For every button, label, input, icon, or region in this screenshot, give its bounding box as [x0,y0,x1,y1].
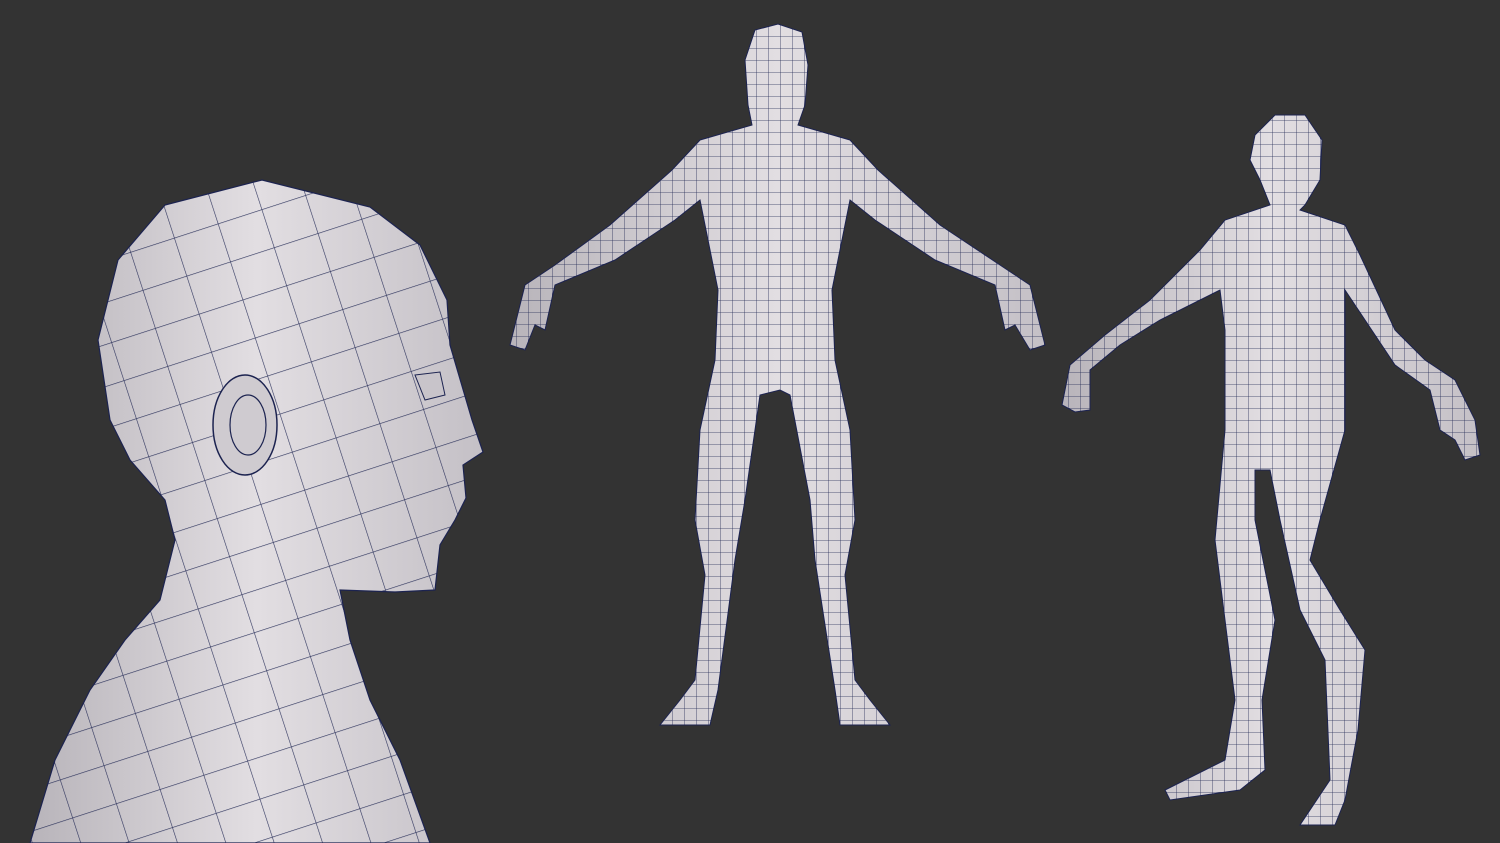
render-viewport [0,0,1500,843]
body-three-quarter-view [1061,114,1481,826]
render-canvas [29,23,1481,843]
head-closeup-side-view [29,179,484,843]
body-front-view [509,23,1046,726]
ear-mesh [212,374,278,476]
